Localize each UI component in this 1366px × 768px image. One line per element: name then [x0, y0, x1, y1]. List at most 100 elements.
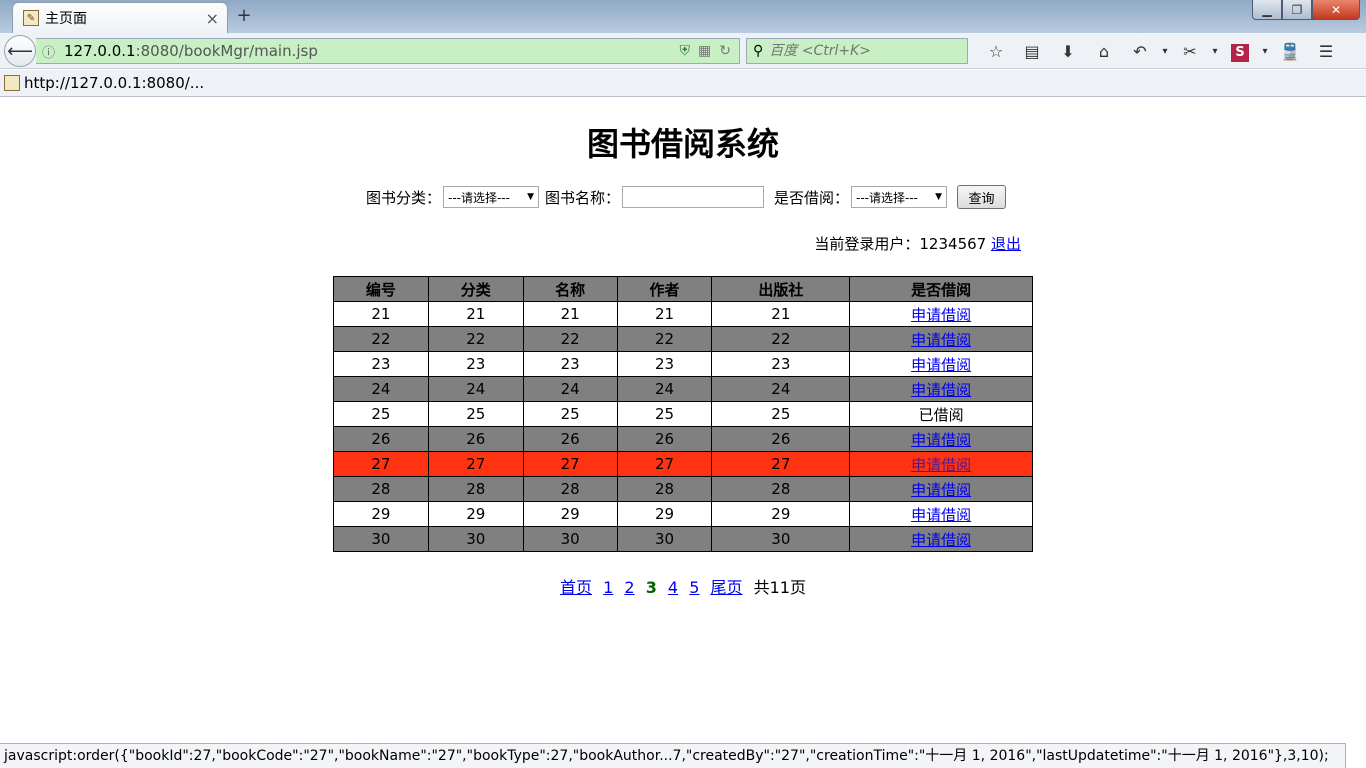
- book-name-label: 图书名称：: [544, 188, 620, 207]
- close-window-button[interactable]: ✕: [1312, 0, 1360, 20]
- minimize-button[interactable]: ▁: [1252, 0, 1282, 20]
- total-pages: 共11页: [753, 578, 806, 597]
- screenshot-icon[interactable]: ✂: [1172, 42, 1208, 61]
- page-title: 图书借阅系统: [586, 125, 779, 163]
- bookmark-item[interactable]: http://127.0.0.1:8080/...: [24, 74, 204, 92]
- chevron-down-icon[interactable]: ▾: [1158, 46, 1172, 57]
- page-link-1[interactable]: 1: [603, 578, 613, 597]
- undo-icon[interactable]: ↶: [1122, 42, 1158, 61]
- search-input[interactable]: [767, 42, 958, 60]
- bookmark-star-icon[interactable]: ☆: [978, 42, 1014, 61]
- cell-author: 25: [616, 401, 713, 427]
- cell-name: 26: [522, 426, 618, 452]
- cell-author: 22: [616, 326, 713, 352]
- menu-icon[interactable]: ☰: [1308, 42, 1344, 61]
- borrowed-select-value: ---请选择---: [856, 190, 918, 205]
- close-tab-icon[interactable]: ×: [206, 9, 219, 28]
- user-info: 当前登录用户：1234567 退出: [814, 233, 1021, 254]
- site-info-icon[interactable]: ⓘ: [42, 42, 64, 61]
- qr-code-icon[interactable]: ▦: [698, 43, 711, 59]
- back-button[interactable]: ⟵: [4, 35, 36, 67]
- browser-tab-bar: ✎ 主页面 × + ▁ ❐ ✕: [0, 0, 1366, 33]
- logout-link[interactable]: 退出: [991, 235, 1021, 253]
- table-row: 29 29 29 29 29 申请借阅: [333, 501, 1033, 527]
- cell-borrowed: 申请借阅: [849, 476, 1033, 502]
- browser-tab[interactable]: ✎ 主页面 ×: [12, 2, 228, 33]
- train-icon[interactable]: 🚆: [1272, 42, 1308, 61]
- cell-name: 30: [522, 526, 618, 552]
- page-link-4[interactable]: 4: [668, 578, 678, 597]
- cell-author: 27: [616, 451, 713, 477]
- apply-borrow-link[interactable]: 申请借阅: [911, 506, 971, 524]
- cell-id: 30: [333, 526, 429, 552]
- back-arrow-icon: ⟵: [7, 40, 33, 62]
- tab-title: 主页面: [45, 11, 87, 27]
- cell-borrowed: 申请借阅: [849, 301, 1033, 327]
- borrowed-label: 是否借阅：: [774, 188, 850, 207]
- cell-publisher: 29: [711, 501, 851, 527]
- cell-borrowed: 申请借阅: [849, 426, 1033, 452]
- search-form: 图书分类： ---请选择--- ▼ 图书名称： 是否借阅： ---请选择--- …: [0, 183, 1366, 211]
- address-bar[interactable]: ⓘ 127.0.0.1:8080/bookMgr/main.jsp ⛨ ▦ ↻: [36, 38, 740, 64]
- table-row: 22 22 22 22 22 申请借阅: [333, 326, 1033, 352]
- cell-id: 21: [333, 301, 429, 327]
- search-bar[interactable]: ⚲: [746, 38, 968, 64]
- download-icon[interactable]: ⬇: [1050, 42, 1086, 61]
- extension-s-icon[interactable]: S: [1222, 41, 1258, 62]
- maximize-button[interactable]: ❐: [1282, 0, 1312, 20]
- apply-borrow-link[interactable]: 申请借阅: [911, 431, 971, 449]
- cell-id: 28: [333, 476, 429, 502]
- apply-borrow-link[interactable]: 申请借阅: [911, 481, 971, 499]
- cell-publisher: 27: [711, 451, 851, 477]
- cell-category: 24: [427, 376, 524, 402]
- cell-publisher: 21: [711, 301, 851, 327]
- header-publisher: 出版社: [711, 276, 851, 302]
- reload-icon[interactable]: ↻: [719, 43, 731, 59]
- cell-category: 30: [427, 526, 524, 552]
- cell-category: 25: [427, 401, 524, 427]
- chevron-down-icon[interactable]: ▾: [1208, 46, 1222, 57]
- first-page-link[interactable]: 首页: [560, 578, 592, 597]
- new-tab-button[interactable]: +: [234, 5, 254, 27]
- header-name: 名称: [522, 276, 618, 302]
- apply-borrow-link[interactable]: 申请借阅: [911, 381, 971, 399]
- last-page-link[interactable]: 尾页: [710, 578, 742, 597]
- cell-category: 22: [427, 326, 524, 352]
- apply-borrow-link[interactable]: 申请借阅: [911, 306, 971, 324]
- address-bar-icons: ⛨ ▦ ↻: [680, 43, 739, 59]
- cell-category: 28: [427, 476, 524, 502]
- browser-nav-bar: ⟵ ⓘ 127.0.0.1:8080/bookMgr/main.jsp ⛨ ▦ …: [0, 33, 1366, 69]
- home-icon[interactable]: ⌂: [1086, 42, 1122, 61]
- pagination: 首页 1 2 3 4 5 尾页 共11页: [0, 574, 1366, 598]
- book-name-input[interactable]: [622, 186, 764, 208]
- borrowed-select[interactable]: ---请选择--- ▼: [851, 186, 948, 208]
- header-id: 编号: [333, 276, 429, 302]
- page-link-2[interactable]: 2: [624, 578, 634, 597]
- cell-borrowed-status: 已借阅: [849, 401, 1033, 427]
- cell-borrowed: 申请借阅: [849, 451, 1033, 477]
- apply-borrow-link[interactable]: 申请借阅: [911, 531, 971, 549]
- cell-category: 26: [427, 426, 524, 452]
- cell-author: 24: [616, 376, 713, 402]
- query-button[interactable]: 查询: [957, 185, 1007, 209]
- cell-author: 23: [616, 351, 713, 377]
- category-select[interactable]: ---请选择--- ▼: [442, 186, 539, 208]
- apply-borrow-link[interactable]: 申请借阅: [911, 331, 971, 349]
- header-borrowed: 是否借阅: [849, 276, 1033, 302]
- apply-borrow-link[interactable]: 申请借阅: [911, 456, 971, 474]
- cell-name: 22: [522, 326, 618, 352]
- table-row: 26 26 26 26 26 申请借阅: [333, 426, 1033, 452]
- reading-list-icon[interactable]: ▤: [1014, 42, 1050, 61]
- chevron-down-icon[interactable]: ▾: [1258, 46, 1272, 57]
- page-link-5[interactable]: 5: [689, 578, 699, 597]
- cell-id: 24: [333, 376, 429, 402]
- shield-icon[interactable]: ⛨: [680, 43, 691, 59]
- header-author: 作者: [616, 276, 713, 302]
- current-page: 3: [645, 578, 657, 597]
- table-header-row: 编号 分类 名称 作者 出版社 是否借阅: [333, 276, 1033, 302]
- table-row: 21 21 21 21 21 申请借阅: [333, 301, 1033, 327]
- apply-borrow-link[interactable]: 申请借阅: [911, 356, 971, 374]
- cell-publisher: 22: [711, 326, 851, 352]
- table-row: 23 23 23 23 23 申请借阅: [333, 351, 1033, 377]
- cell-category: 29: [427, 501, 524, 527]
